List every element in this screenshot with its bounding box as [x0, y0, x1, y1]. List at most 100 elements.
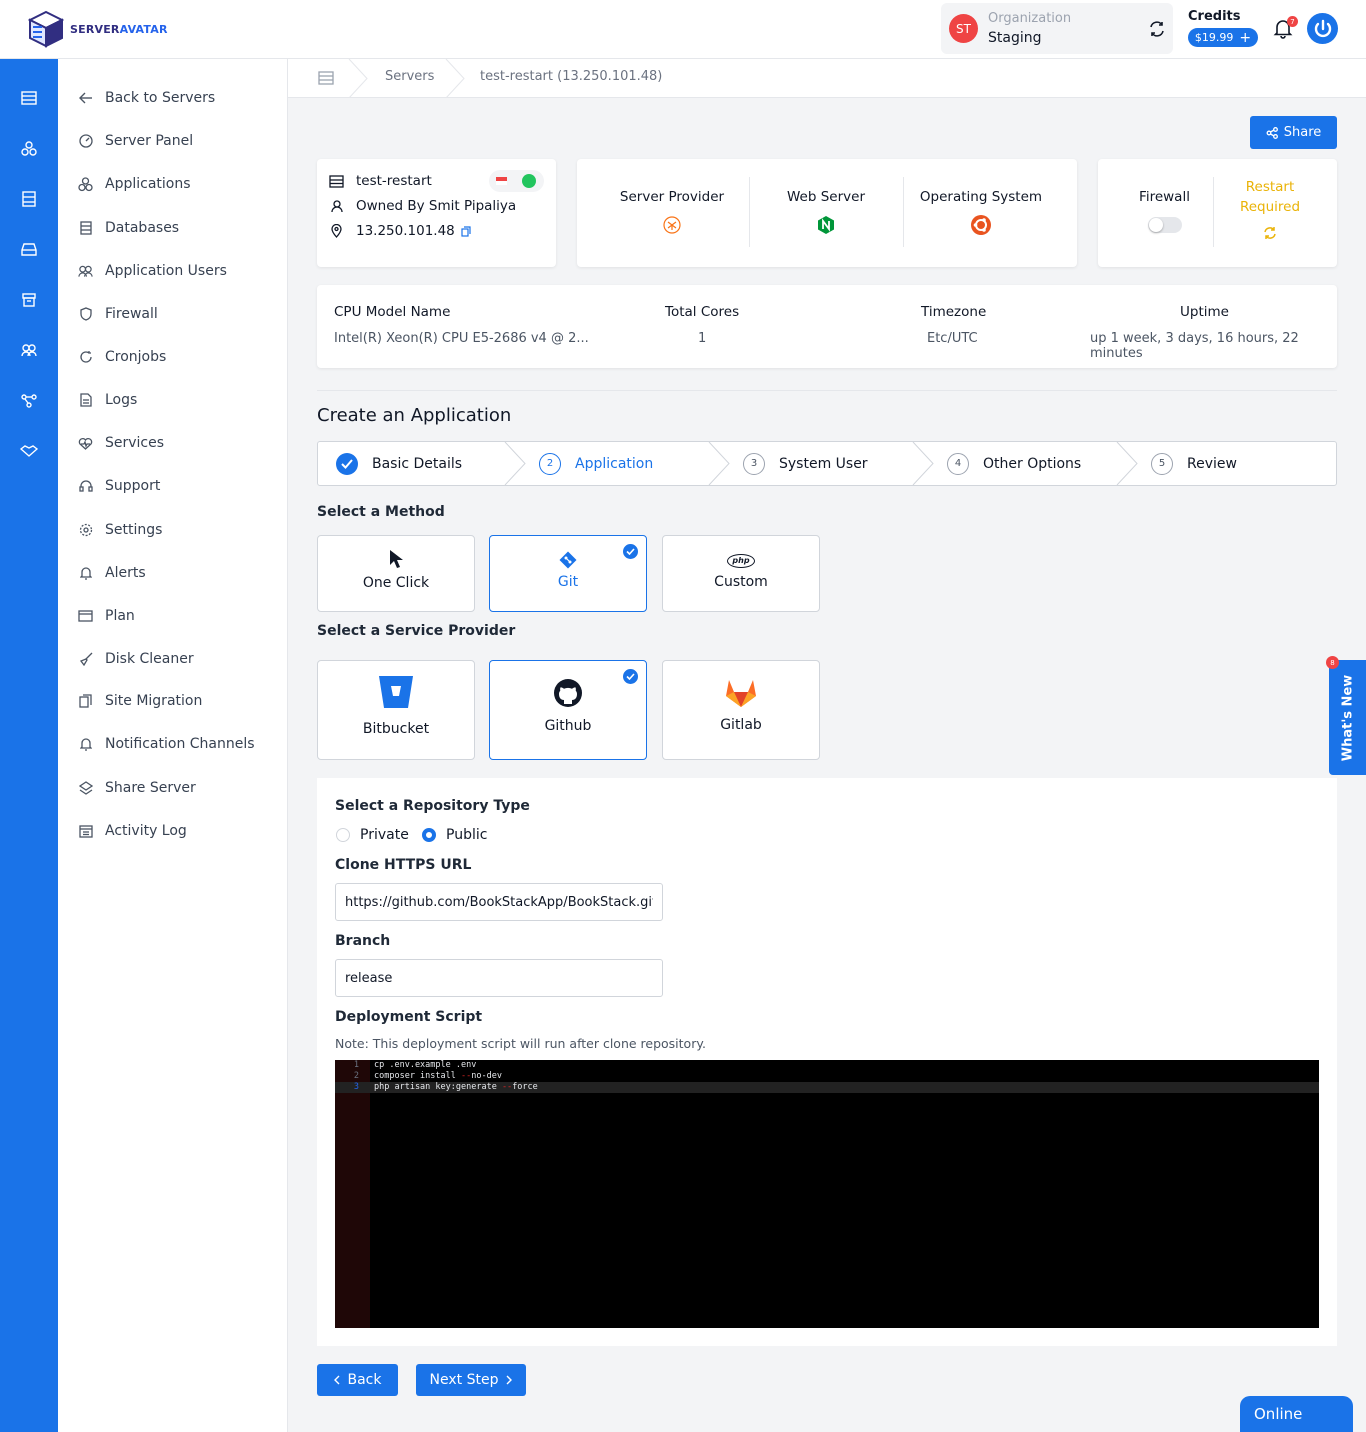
restart-icon[interactable]	[1262, 225, 1278, 241]
sidebar-item-logs[interactable]: Logs	[78, 389, 137, 411]
uptime-value: up 1 week, 3 days, 16 hours, 22 minutes	[1090, 331, 1299, 361]
sidebar-item-label: Server Panel	[105, 133, 194, 149]
branch-input[interactable]	[335, 959, 663, 997]
line-code: composer install --no-dev	[374, 1071, 502, 1081]
method-one-click-option[interactable]: One Click	[317, 535, 475, 612]
gear-icon	[78, 523, 93, 538]
step-system-user[interactable]: 3 System User	[743, 442, 868, 485]
firewall-toggle[interactable]	[1147, 217, 1182, 233]
step-label: Other Options	[983, 455, 1082, 472]
share-icon	[78, 781, 93, 796]
rail-handshake-icon[interactable]	[19, 441, 39, 461]
deployment-script-label: Deployment Script	[335, 1009, 483, 1025]
notification-count-badge: 7	[1287, 16, 1298, 27]
provider-option-label: Github	[544, 718, 592, 734]
server-side-menu: Back to Servers Server Panel Application…	[58, 59, 288, 1432]
deployment-script-editor[interactable]: 1 cp .env.example .env 2 composer instal…	[335, 1060, 1319, 1328]
organization-switcher[interactable]: ST Organization Staging	[941, 3, 1173, 54]
sidebar-item-firewall[interactable]: Firewall	[78, 303, 158, 325]
restart-required-column: Restart Required	[1213, 159, 1327, 267]
rail-users-icon[interactable]	[19, 340, 39, 360]
breadcrumb-servers-link[interactable]: Servers	[385, 69, 434, 84]
repository-type-private-radio[interactable]: Private	[336, 827, 409, 843]
ubuntu-icon	[971, 215, 991, 235]
provider-gitlab-option[interactable]: Gitlab	[662, 660, 820, 760]
radio-circle-checked	[422, 828, 436, 842]
credits-add-button[interactable]: $19.99 +	[1188, 28, 1258, 47]
sidebar-item-label: Plan	[105, 608, 135, 624]
chevron-right-icon	[506, 1375, 513, 1385]
sidebar-item-application-users[interactable]: Application Users	[78, 260, 227, 282]
rail-network-icon[interactable]	[19, 391, 39, 411]
branch-label: Branch	[335, 933, 391, 949]
copy-icon	[78, 694, 93, 709]
server-online-status-icon	[522, 174, 536, 188]
step-other-options[interactable]: 4 Other Options	[947, 442, 1081, 485]
sidebar-item-activity-log[interactable]: Activity Log	[78, 820, 187, 842]
selected-check-icon	[623, 544, 638, 559]
breadcrumb-separator-icon	[445, 59, 465, 98]
provider-option-label: Bitbucket	[362, 721, 430, 737]
user-menu-button[interactable]	[1307, 13, 1338, 44]
rail-applications-icon[interactable]	[19, 139, 39, 159]
step-chevron-icon	[912, 442, 934, 485]
breadcrumb-separator-icon	[348, 59, 368, 98]
clone-url-input[interactable]	[335, 883, 663, 921]
next-step-button[interactable]: Next Step	[416, 1364, 526, 1396]
online-chat-widget[interactable]: Online	[1240, 1396, 1353, 1432]
check-circle-icon	[336, 452, 358, 475]
sidebar-item-share-server[interactable]: Share Server	[78, 777, 196, 799]
arrow-left-icon	[78, 91, 93, 106]
rail-archive-icon[interactable]	[19, 290, 39, 310]
sidebar-item-support[interactable]: Support	[78, 475, 160, 497]
servers-list-icon[interactable]	[318, 71, 334, 85]
sidebar-item-plan[interactable]: Plan	[78, 605, 135, 627]
logo[interactable]: SERVERAVATAR	[28, 10, 168, 48]
code-operator: --	[461, 1071, 472, 1081]
page-title: Create an Application	[317, 405, 512, 426]
code-operator: --	[501, 1082, 513, 1092]
github-icon	[554, 679, 582, 707]
sidebar-item-site-migration[interactable]: Site Migration	[78, 690, 202, 712]
sidebar-item-label: Disk Cleaner	[105, 651, 194, 667]
step-review[interactable]: 5 Review	[1151, 442, 1237, 485]
rail-servers-icon[interactable]	[19, 88, 39, 108]
method-custom-option[interactable]: php Custom	[662, 535, 820, 612]
refresh-icon	[78, 350, 93, 365]
editor-line: 1 cp .env.example .env	[335, 1060, 1319, 1071]
provider-github-option[interactable]: Github	[489, 660, 647, 760]
sidebar-item-cronjobs[interactable]: Cronjobs	[78, 346, 166, 368]
calendar-icon	[78, 824, 93, 839]
sidebar-item-back-to-servers[interactable]: Back to Servers	[78, 87, 215, 109]
logo-cube-icon	[28, 10, 64, 48]
sidebar-item-server-panel[interactable]: Server Panel	[78, 130, 193, 152]
sidebar-item-label: Share Server	[105, 780, 196, 796]
sidebar-item-services[interactable]: Services	[78, 432, 164, 454]
whats-new-tab[interactable]: What's New	[1329, 660, 1366, 775]
line-number: 2	[353, 1071, 359, 1081]
method-git-option[interactable]: Git	[489, 535, 647, 612]
sidebar-item-notification-channels[interactable]: Notification Channels	[78, 733, 255, 755]
step-application[interactable]: 2 Application	[539, 442, 653, 485]
provider-bitbucket-option[interactable]: Bitbucket	[317, 660, 475, 760]
repository-type-public-radio[interactable]: Public	[422, 827, 487, 843]
server-location-status	[489, 170, 544, 192]
nginx-icon	[818, 216, 834, 234]
share-button[interactable]: Share	[1250, 116, 1337, 149]
rail-storage-icon[interactable]	[19, 239, 39, 259]
php-icon: php	[727, 554, 755, 568]
sidebar-item-applications[interactable]: Applications	[78, 173, 191, 195]
sidebar-item-label: Site Migration	[105, 693, 203, 709]
refresh-icon[interactable]	[1147, 19, 1167, 39]
server-icon	[329, 174, 344, 189]
copy-icon[interactable]	[461, 225, 471, 237]
line-number: 3	[353, 1082, 359, 1092]
rail-database-icon[interactable]	[19, 189, 39, 209]
sidebar-item-databases[interactable]: Databases	[78, 217, 179, 239]
step-basic-details[interactable]: Basic Details	[336, 442, 462, 485]
sidebar-item-settings[interactable]: Settings	[78, 519, 162, 541]
sidebar-item-disk-cleaner[interactable]: Disk Cleaner	[78, 648, 194, 670]
method-option-label: One Click	[362, 575, 430, 591]
sidebar-item-alerts[interactable]: Alerts	[78, 562, 146, 584]
back-button[interactable]: Back	[317, 1364, 398, 1396]
